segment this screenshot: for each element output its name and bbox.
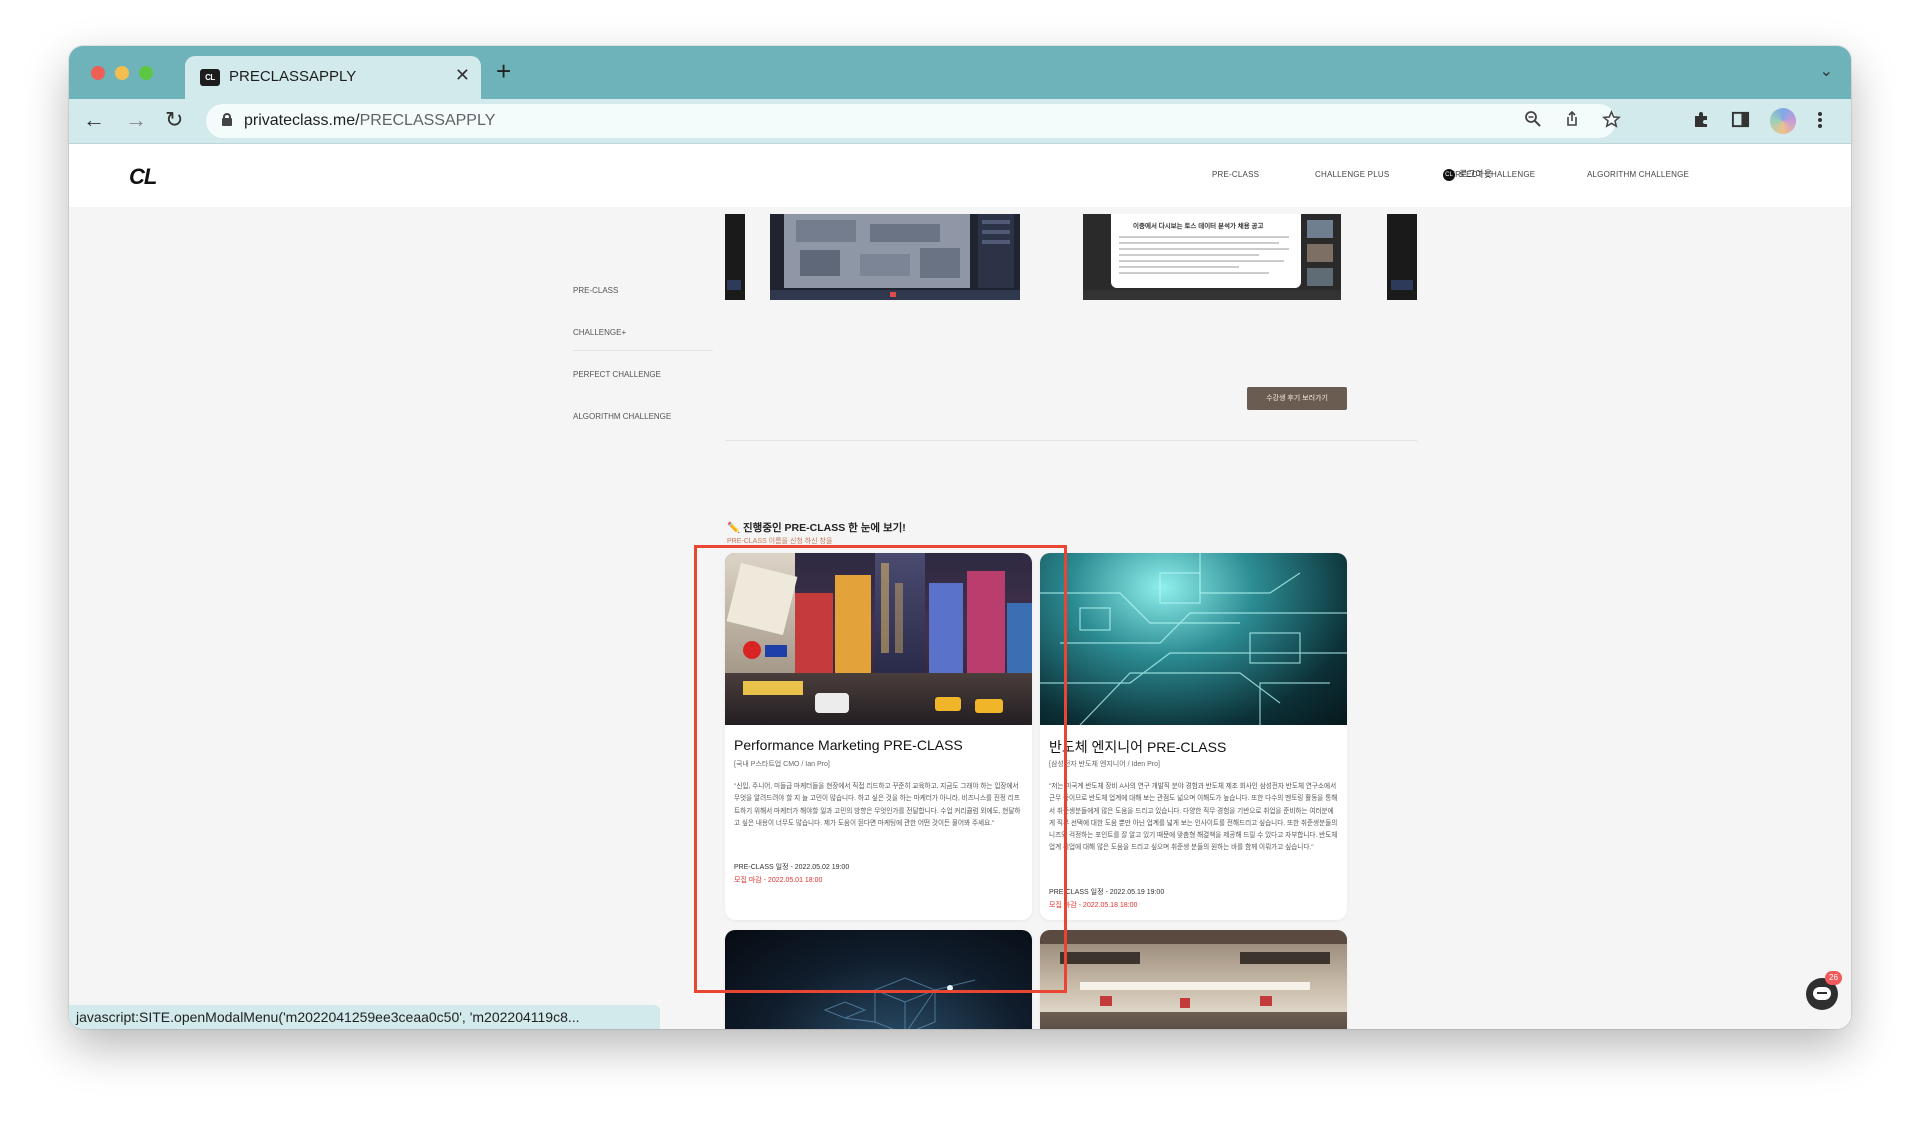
sidepanel-icon[interactable]	[1731, 110, 1750, 134]
forward-arrow-icon[interactable]: →	[125, 107, 147, 133]
card-title[interactable]: 반도체 엔지니어 PRE-CLASS	[1049, 737, 1226, 757]
puzzle-icon[interactable]	[1691, 110, 1711, 135]
review-thumbnail-right-edge[interactable]	[1387, 214, 1417, 300]
url-path: PRECLASSAPPLY	[359, 112, 496, 129]
plus-icon[interactable]: +	[496, 58, 511, 84]
card-image-shopping-mall	[1040, 930, 1347, 1029]
sidebar-item-challenge-plus[interactable]: CHALLENGE+	[573, 328, 626, 337]
nav-challenge-plus[interactable]: CHALLENGE PLUS	[1315, 170, 1389, 179]
tab-search-icon[interactable]: ⌄	[1820, 61, 1833, 81]
sidebar-item-perfect-challenge[interactable]: PERFECT CHALLENGE	[573, 370, 661, 379]
sidebar-item-algorithm-challenge[interactable]: ALGORITHM CHALLENGE	[573, 412, 671, 421]
review-thumbnail-document[interactable]: 이중에서 다시보는 토스 데이터 분석가 채용 공고	[1083, 214, 1341, 300]
logout-label: 로그아웃	[1459, 169, 1493, 179]
close-window-button[interactable]	[91, 66, 105, 80]
card-description: "저는 미국계 반도체 장비 A사의 연구 개발직 분야 경험과 반도체 제조 …	[1049, 783, 1338, 852]
doc-preview-title: 이중에서 다시보는 토스 데이터 분석가 채용 공고	[1133, 223, 1264, 230]
browser-toolbar: ← → ↻ privateclass.me/PRECLASSAPPLY	[69, 99, 1851, 144]
kebab-menu-icon[interactable]	[1817, 110, 1823, 135]
tab-preclassapply[interactable]: CL PRECLASSAPPLY ✕	[185, 56, 481, 99]
url-host: privateclass.me/	[244, 112, 360, 129]
sidebar-item-pre-class[interactable]: PRE-CLASS	[573, 286, 618, 295]
class-card-retail-mall[interactable]	[1040, 930, 1347, 1029]
logout-link[interactable]: CL 로그아웃	[1443, 167, 1492, 181]
nav-algorithm-challenge[interactable]: ALGORITHM CHALLENGE	[1587, 170, 1689, 179]
maximize-window-button[interactable]	[139, 66, 153, 80]
zoom-icon[interactable]	[1524, 110, 1542, 133]
star-icon[interactable]	[1602, 110, 1621, 134]
minimize-window-button[interactable]	[115, 66, 129, 80]
card-image-circuit-board	[1040, 553, 1347, 725]
site-logo[interactable]: CL	[129, 164, 157, 190]
section-title: ✏️ 진행중인 PRE-CLASS 한 눈에 보기!	[727, 520, 906, 535]
sidebar-divider	[573, 350, 713, 351]
class-card-semiconductor[interactable]: 반도체 엔지니어 PRE-CLASS [삼성전자 반도체 엔지니어 / Iden…	[1040, 553, 1347, 920]
reload-icon[interactable]: ↻	[165, 107, 183, 133]
nav-pre-class[interactable]: PRE-CLASS	[1212, 170, 1259, 179]
site-header: CL PRE-CLASS CHALLENGE PLUS PERFECT CHAL…	[69, 144, 1851, 207]
lock-icon[interactable]	[222, 113, 232, 126]
review-thumbnail-left-edge[interactable]	[725, 214, 745, 300]
review-thumbnail-virtual-office[interactable]	[770, 214, 1020, 300]
tab-title: PRECLASSAPPLY	[229, 68, 357, 85]
section-divider	[725, 440, 1417, 441]
profile-avatar[interactable]	[1770, 108, 1796, 134]
address-bar[interactable]: privateclass.me/PRECLASSAPPLY	[206, 104, 1621, 138]
share-icon[interactable]	[1563, 110, 1581, 133]
logout-icon: CL	[1443, 168, 1455, 181]
favicon-icon: CL	[200, 69, 220, 86]
chat-icon	[1813, 987, 1831, 1000]
browser-window: CL PRECLASSAPPLY ✕ + ⌄ ← → ↻ privateclas…	[69, 46, 1851, 1029]
review-button[interactable]: 수강생 후기 보러가기	[1247, 387, 1347, 410]
url-text[interactable]: privateclass.me/PRECLASSAPPLY	[244, 112, 495, 130]
section-title-text: 진행중인 PRE-CLASS 한 눈에 보기!	[743, 522, 906, 534]
back-arrow-icon[interactable]: ←	[83, 107, 105, 133]
close-icon[interactable]: ✕	[455, 65, 470, 86]
pencil-icon: ✏️	[727, 522, 741, 534]
chat-widget-button[interactable]: 26	[1806, 971, 1842, 1010]
tab-strip: CL PRECLASSAPPLY ✕ + ⌄	[69, 46, 1851, 99]
chat-badge: 26	[1825, 971, 1842, 985]
status-bar: javascript:SITE.openModalMenu('m20220412…	[69, 1005, 660, 1029]
highlight-annotation-box	[694, 545, 1067, 993]
page-viewport: CL PRE-CLASS CHALLENGE PLUS PERFECT CHAL…	[69, 144, 1851, 1029]
